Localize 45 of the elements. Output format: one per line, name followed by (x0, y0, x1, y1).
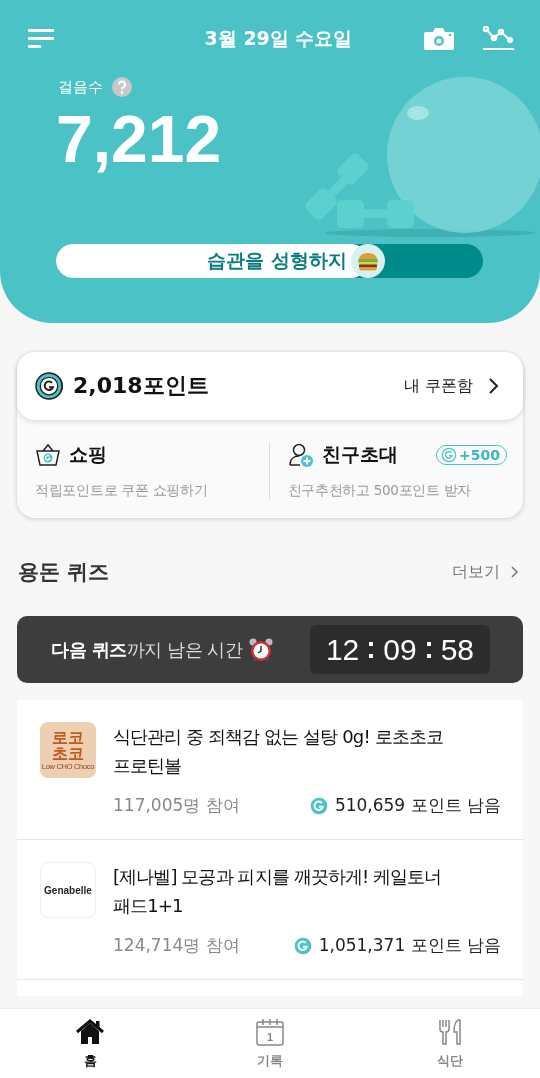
date-title: 3월 29일 수요일 (204, 26, 353, 51)
add-friend-icon (287, 442, 314, 468)
point-coin-icon (34, 371, 64, 401)
point-coin-icon (292, 935, 313, 956)
camera-icon[interactable] (423, 26, 455, 52)
fork-knife-icon (436, 1017, 464, 1046)
home-icon (75, 1017, 105, 1046)
nav-tab[interactable]: 1 기록 (180, 1009, 360, 1078)
points-amount: 2,018포인트 (73, 372, 209, 400)
timer-label: 다음 퀴즈까지 남은 시간 (51, 637, 243, 662)
nav-tab[interactable]: 식단 (360, 1009, 540, 1078)
burger-icon (350, 244, 385, 278)
participant-count: 124,714명 참여 (113, 934, 240, 957)
countdown-digits: 12 (325, 632, 360, 667)
section-title: 용돈 퀴즈 (18, 559, 110, 586)
chevron-icon (510, 565, 520, 579)
calendar-icon: 1 (256, 1017, 284, 1046)
nav-tab[interactable]: 홈 (0, 1009, 180, 1078)
shortcut-description: 적립포인트로 쿠폰 쇼핑하기 (35, 482, 209, 500)
shortcut-description: 친구추천하고 500포인트 받자 (287, 482, 473, 500)
more-link[interactable]: 더보기 (452, 561, 520, 583)
quiz-title: [제나벨] 모공과 피지를 깨끗하게! 케일토너 패드1+1 (113, 865, 443, 918)
points-remaining: 1,051,371 포인트 남음 (318, 934, 501, 957)
brand-logo: Genabelle (40, 862, 96, 918)
menu-icon[interactable] (28, 28, 56, 50)
participant-count: 117,005명 참여 (113, 794, 240, 817)
shortcut-invite-item[interactable]: 친구초대 +500 친구추천하고 500포인트 받자 (287, 442, 507, 500)
shortcut-title: 쇼핑 (69, 442, 107, 467)
alarm-clock-icon (248, 636, 275, 663)
habit-text: 습관을 성형하지 (207, 248, 347, 273)
countdown-digits: 58 (440, 632, 474, 667)
point-coin-icon (308, 795, 329, 816)
basket-icon (35, 442, 61, 468)
shortcut-shopping-item[interactable]: 쇼핑 적립포인트로 쿠폰 쇼핑하기 (35, 442, 255, 500)
help-icon[interactable] (111, 76, 133, 98)
countdown-digits: 09 (383, 632, 417, 667)
points-remaining: 510,659 포인트 남음 (334, 794, 501, 817)
coupon-link[interactable]: 내 쿠폰함 (403, 375, 499, 397)
quiz-title: 식단관리 중 죄책감 없는 설탕 0g! 로초초코 프로틴볼 (113, 725, 444, 778)
shortcut-title: 친구초대 (321, 442, 398, 467)
step-count: 7,212 (56, 106, 222, 172)
chevron-icon (487, 377, 499, 395)
steps-label: 걸음수 (58, 77, 103, 97)
quiz-item[interactable]: Genabelle [제나벨] 모공과 피지를 깨끗하게! 케일토너 패드1+1 124,714명 참여 1,051,371 포인트 남음 (17, 840, 523, 980)
graph-icon[interactable] (483, 26, 515, 52)
